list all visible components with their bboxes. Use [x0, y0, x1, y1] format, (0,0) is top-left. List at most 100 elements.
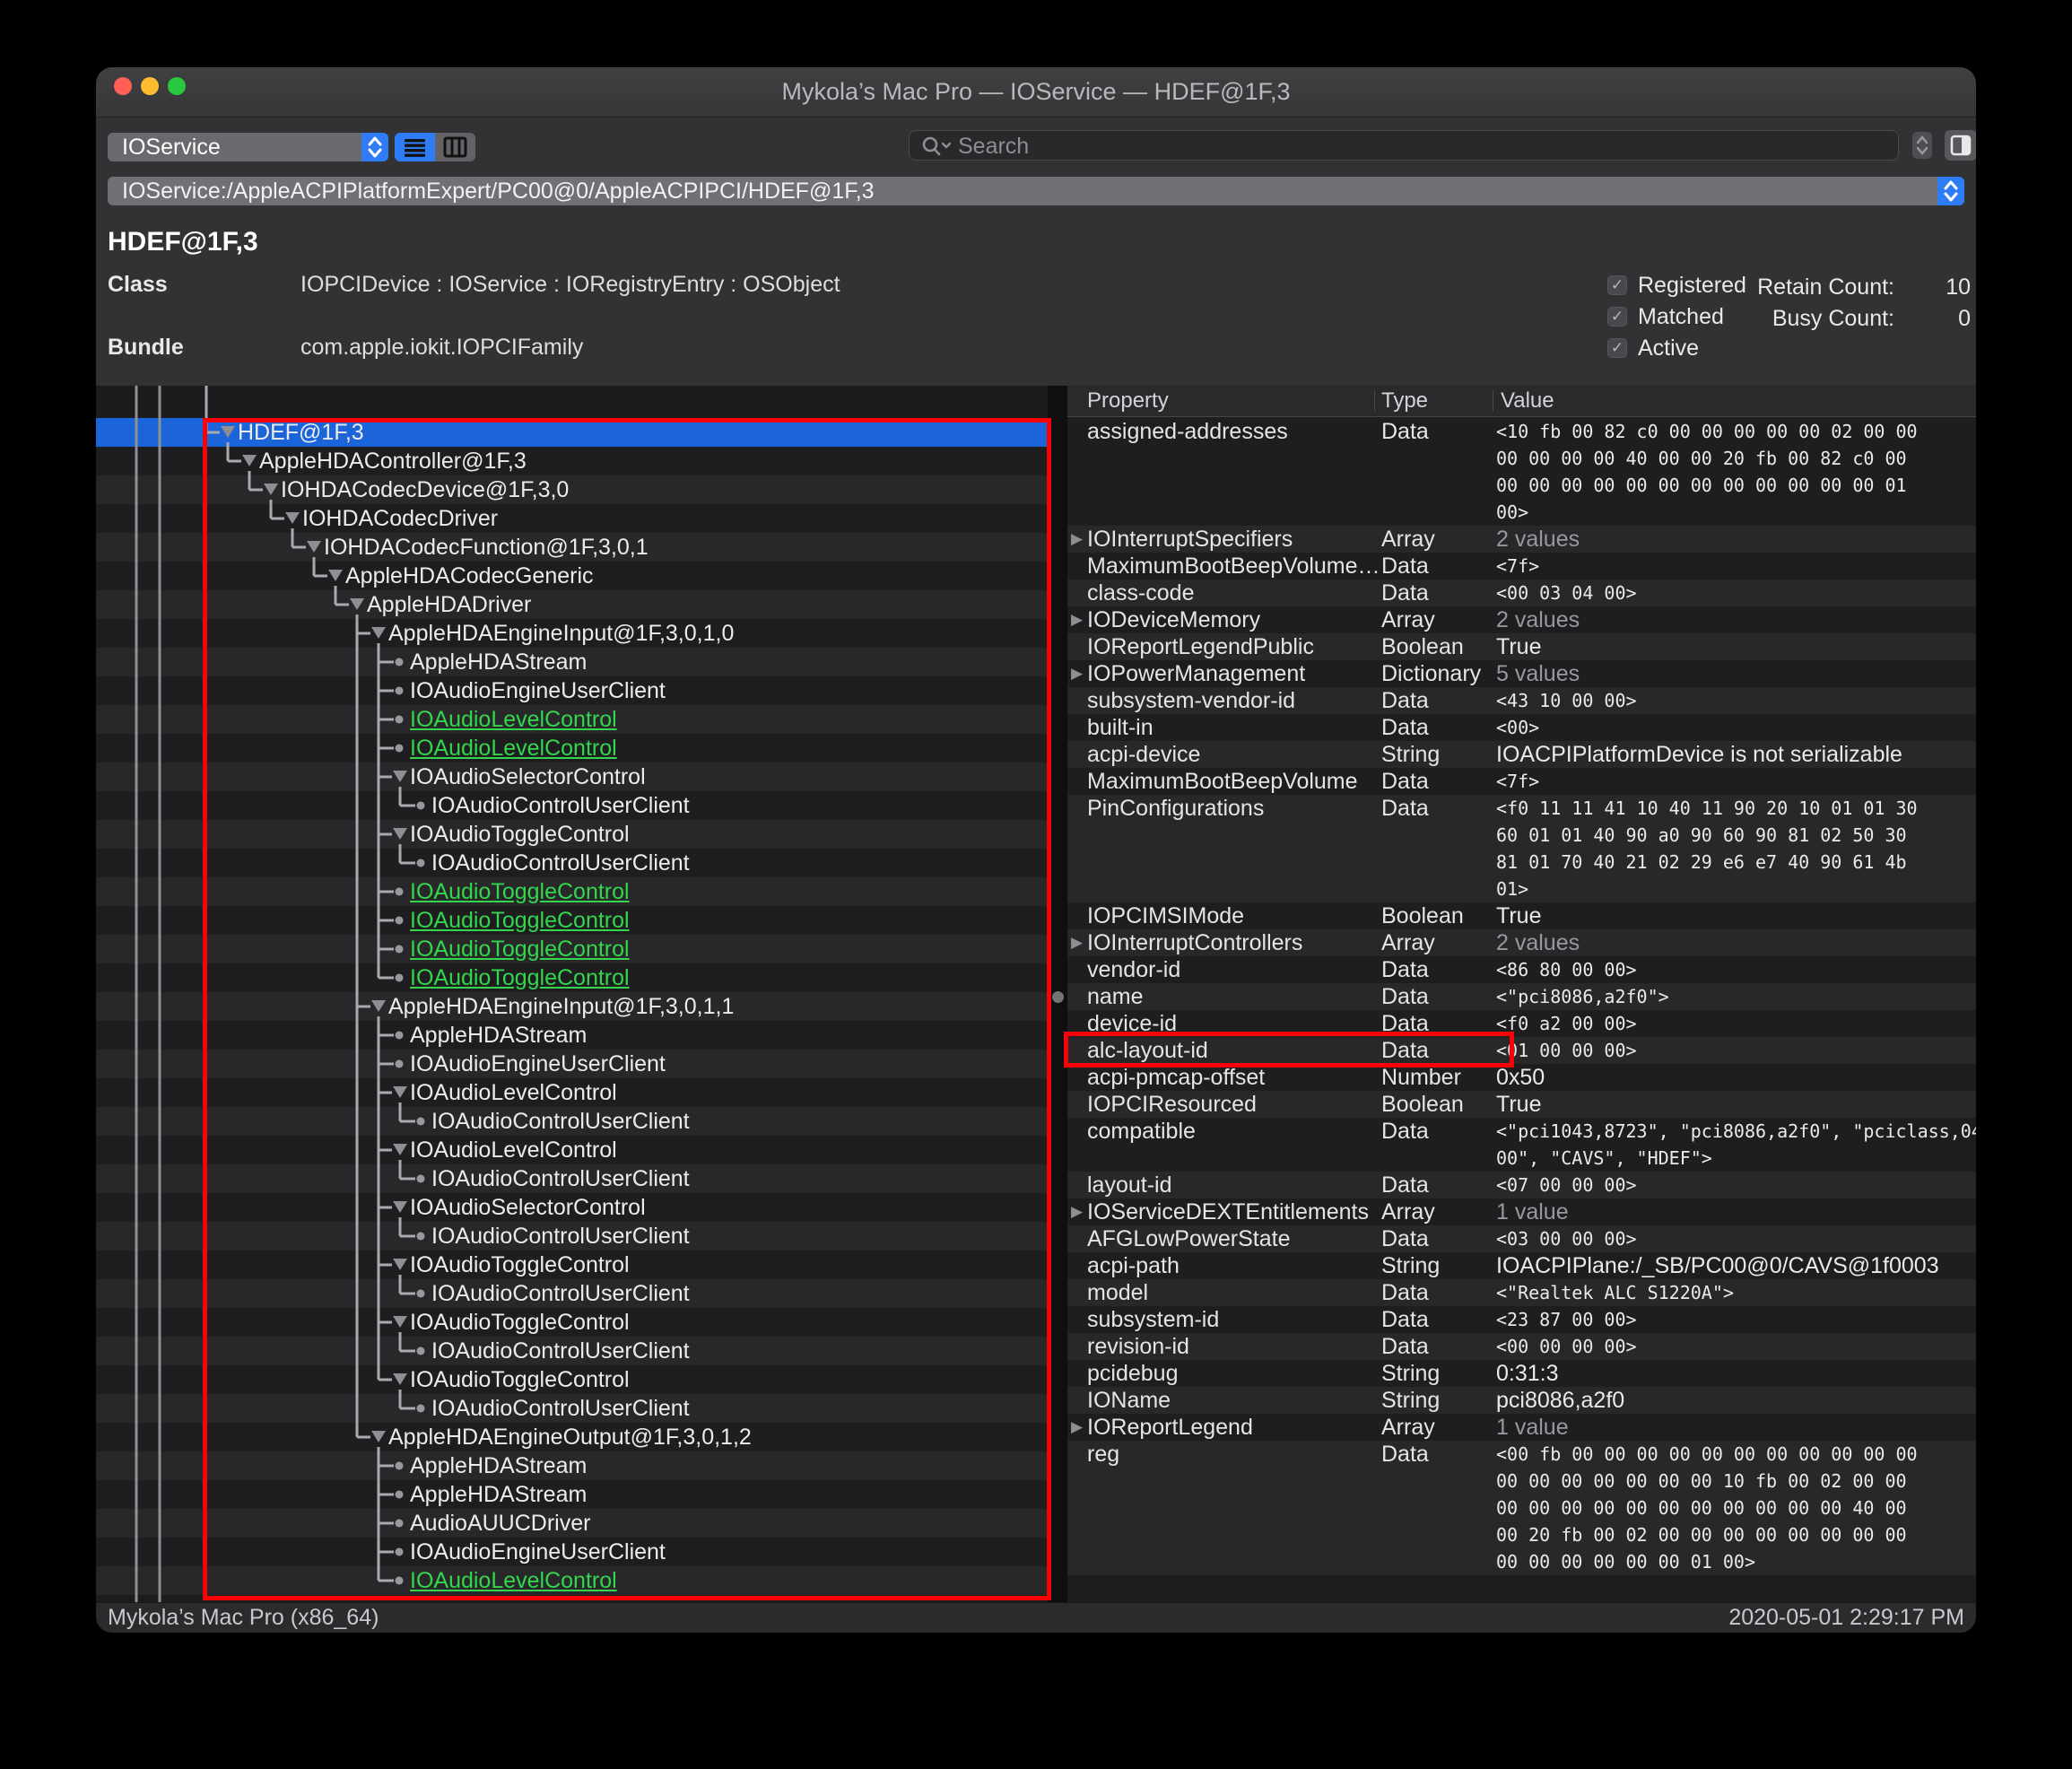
property-row[interactable]: IOPCIResourcedBooleanTrue — [1067, 1091, 1976, 1118]
property-row[interactable]: acpi-pmcap-offsetNumber0x50 — [1067, 1064, 1976, 1091]
property-row-alc-layout-id[interactable]: alc-layout-idData<01 00 00 00> — [1067, 1037, 1976, 1064]
tree-node[interactable]: IOAudioControlUserClient — [96, 849, 1048, 877]
property-row[interactable]: built-inData<00> — [1067, 714, 1976, 741]
property-row[interactable]: MaximumBootBeepVolume…Data<7f> — [1067, 553, 1976, 580]
disclosure-arrow-icon[interactable]: ▶ — [1071, 606, 1083, 633]
property-row[interactable]: modelData<"Realtek ALC S1220A"> — [1067, 1279, 1976, 1306]
popup-stepper-icon[interactable] — [361, 133, 388, 161]
tree-node[interactable]: AppleHDAStream — [96, 1451, 1048, 1480]
search-input[interactable] — [956, 132, 1857, 161]
tree-node[interactable]: IOHDACodecFunction@1F,3,0,1 — [96, 533, 1048, 562]
property-row[interactable]: PinConfigurationsData<f0 11 11 41 10 40 … — [1067, 795, 1976, 902]
list-view-button[interactable] — [395, 133, 435, 161]
tree-node[interactable]: IOAudioLevelControl — [96, 1136, 1048, 1164]
tree-node[interactable]: IOAudioEngineUserClient — [96, 676, 1048, 705]
tree-node[interactable]: IOAudioLevelControl — [96, 1566, 1048, 1595]
tree-node[interactable]: IOAudioLevelControl — [96, 734, 1048, 762]
tree-node[interactable]: IOAudioToggleControl — [96, 877, 1048, 906]
tree-node[interactable]: IOAudioToggleControl — [96, 963, 1048, 992]
path-stepper-icon[interactable] — [1937, 177, 1964, 205]
tree-node[interactable]: IOAudioToggleControl — [96, 820, 1048, 849]
search-field[interactable] — [909, 130, 1899, 161]
tree-node[interactable]: IOAudioToggleControl — [96, 1365, 1048, 1394]
property-row[interactable]: ▶IOServiceDEXTEntitlementsArray1 value — [1067, 1198, 1976, 1225]
property-row[interactable]: subsystem-idData<23 87 00 00> — [1067, 1306, 1976, 1333]
tree-node[interactable]: AppleHDAEngineInput@1F,3,0,1,0 — [96, 619, 1048, 648]
tree-node[interactable]: IOAudioSelectorControl — [96, 1193, 1048, 1222]
property-row[interactable]: ▶IOPowerManagementDictionary5 values — [1067, 660, 1976, 687]
tree-node[interactable]: IOAudioEngineUserClient — [96, 1050, 1048, 1078]
tree-node[interactable]: IOAudioEngineUserClient — [96, 1538, 1048, 1566]
tree-node[interactable]: AppleHDADriver — [96, 590, 1048, 619]
tree-node[interactable]: IOAudioControlUserClient — [96, 1394, 1048, 1423]
tree-node[interactable]: AppleHDAStream — [96, 1480, 1048, 1509]
splitter-handle-icon[interactable] — [1052, 991, 1064, 1003]
registry-tree-pane[interactable]: HDEF@1F,3AppleHDAController@1F,3IOHDACod… — [96, 386, 1048, 1602]
property-row[interactable]: nameData<"pci8086,a2f0"> — [1067, 983, 1976, 1010]
property-table-header[interactable]: Property Type Value — [1067, 386, 1976, 417]
property-row[interactable]: revision-idData<00 00 00 00> — [1067, 1333, 1976, 1360]
tree-node[interactable]: AppleHDAController@1F,3 — [96, 447, 1048, 475]
tree-node[interactable]: IOAudioToggleControl — [96, 935, 1048, 963]
property-row[interactable]: IOPCIMSIModeBooleanTrue — [1067, 902, 1976, 929]
property-table-pane[interactable]: Property Type Value assigned-addressesDa… — [1067, 386, 1976, 1602]
inspector-toggle-button[interactable] — [1945, 130, 1976, 161]
tree-node[interactable]: IOAudioToggleControl — [96, 906, 1048, 935]
tree-node[interactable]: IOAudioControlUserClient — [96, 1222, 1048, 1250]
tree-node[interactable]: IOAudioToggleControl — [96, 1250, 1048, 1279]
tree-node[interactable]: IOAudioControlUserClient — [96, 1164, 1048, 1193]
column-separator[interactable] — [1374, 390, 1375, 412]
tree-node[interactable]: IOAudioControlUserClient — [96, 1107, 1048, 1136]
property-row[interactable]: ▶IODeviceMemoryArray2 values — [1067, 606, 1976, 633]
property-row[interactable]: layout-idData<07 00 00 00> — [1067, 1172, 1976, 1198]
tree-node[interactable]: AppleHDAEngineOutput@1F,3,0,1,2 — [96, 1423, 1048, 1451]
tree-node[interactable]: IOHDACodecDevice@1F,3,0 — [96, 475, 1048, 504]
tree-node[interactable]: AppleHDACodecGeneric — [96, 562, 1048, 590]
tree-node[interactable]: AudioAUUCDriver — [96, 1509, 1048, 1538]
tree-node[interactable]: AppleHDAEngineInput@1F,3,0,1,1 — [96, 992, 1048, 1021]
tree-node[interactable]: IOAudioLevelControl — [96, 1078, 1048, 1107]
tree-node[interactable]: IOHDACodecDriver — [96, 504, 1048, 533]
property-row[interactable]: acpi-pathStringIOACPIPlane:/_SB/PC00@0/C… — [1067, 1252, 1976, 1279]
property-row[interactable]: compatibleData<"pci1043,8723", "pci8086,… — [1067, 1118, 1976, 1172]
tree-node[interactable]: IOAudioControlUserClient — [96, 1337, 1048, 1365]
property-row[interactable]: ▶IOInterruptSpecifiersArray2 values — [1067, 526, 1976, 553]
property-row[interactable]: AFGLowPowerStateData<03 00 00 00> — [1067, 1225, 1976, 1252]
property-row[interactable]: pcidebugString0:31:3 — [1067, 1360, 1976, 1387]
property-row[interactable]: assigned-addressesData<10 fb 00 82 c0 00… — [1067, 418, 1976, 526]
tree-node[interactable]: IOAudioControlUserClient — [96, 791, 1048, 820]
property-row[interactable]: vendor-idData<86 80 00 00> — [1067, 956, 1976, 983]
disclosure-arrow-icon[interactable]: ▶ — [1071, 526, 1083, 553]
property-row[interactable]: class-codeData<00 03 04 00> — [1067, 580, 1976, 606]
property-row[interactable]: MaximumBootBeepVolumeData<7f> — [1067, 768, 1976, 795]
path-bar[interactable]: IOService:/AppleACPIPlatformExpert/PC00@… — [108, 177, 1964, 205]
property-row[interactable]: acpi-deviceStringIOACPIPlatformDevice is… — [1067, 741, 1976, 768]
checkbox-icon[interactable]: ✓ — [1607, 307, 1627, 327]
tree-node[interactable]: AppleHDAStream — [96, 1021, 1048, 1050]
column-header-value[interactable]: Value — [1501, 386, 1554, 416]
disclosure-arrow-icon[interactable]: ▶ — [1071, 660, 1083, 687]
property-row[interactable]: ▶IOInterruptControllersArray2 values — [1067, 929, 1976, 956]
history-stepper[interactable] — [1912, 132, 1932, 159]
tree-node[interactable]: IOAudioSelectorControl — [96, 762, 1048, 791]
tree-node[interactable]: IOAudioLevelControl — [96, 705, 1048, 734]
disclosure-arrow-icon[interactable]: ▶ — [1071, 929, 1083, 956]
disclosure-arrow-icon[interactable]: ▶ — [1071, 1198, 1083, 1225]
property-row[interactable]: IONameStringpci8086,a2f0 — [1067, 1387, 1976, 1414]
tree-node[interactable]: HDEF@1F,3 — [96, 418, 1048, 447]
column-header-type[interactable]: Type — [1381, 386, 1428, 416]
tree-node[interactable]: IOAudioControlUserClient — [96, 1279, 1048, 1308]
checkbox-icon[interactable]: ✓ — [1607, 338, 1627, 358]
checkbox-icon[interactable]: ✓ — [1607, 275, 1627, 295]
column-view-button[interactable] — [435, 133, 475, 161]
tree-node[interactable]: AppleHDAStream — [96, 648, 1048, 676]
property-row[interactable]: subsystem-vendor-idData<43 10 00 00> — [1067, 687, 1976, 714]
plane-selector-popup[interactable]: IOService — [108, 133, 388, 161]
property-row[interactable]: IOReportLegendPublicBooleanTrue — [1067, 633, 1976, 660]
tree-node[interactable]: IOAudioToggleControl — [96, 1308, 1048, 1337]
column-header-property[interactable]: Property — [1087, 386, 1169, 416]
property-row[interactable]: device-idData<f0 a2 00 00> — [1067, 1010, 1976, 1037]
title-bar[interactable]: Mykola’s Mac Pro — IOService — HDEF@1F,3 — [96, 67, 1976, 118]
disclosure-arrow-icon[interactable]: ▶ — [1071, 1414, 1083, 1441]
property-row[interactable]: regData<00 fb 00 00 00 00 00 00 00 00 00… — [1067, 1441, 1976, 1575]
